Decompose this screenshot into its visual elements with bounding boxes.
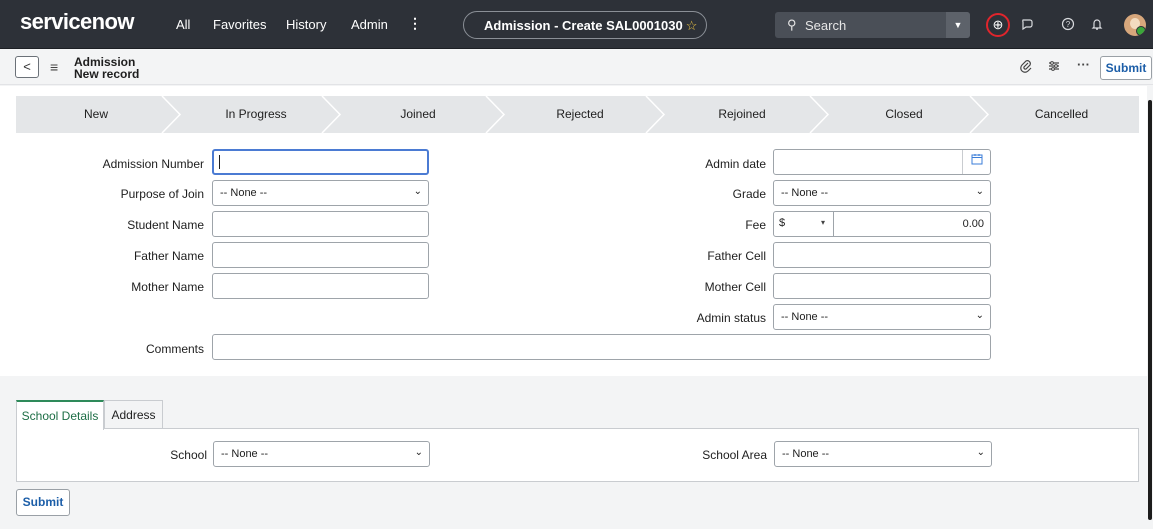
form-body: New In Progress Joined Rejected Rejoined… (0, 86, 1153, 376)
admission-number-label: Admission Number (102, 157, 204, 171)
personalize-form-icon[interactable] (1047, 59, 1061, 76)
purpose-of-join-value: -- None -- (220, 187, 268, 199)
fee-input[interactable]: $ ▾ 0.00 (773, 211, 991, 237)
stage-new: New (83, 107, 108, 121)
comments-input[interactable] (212, 334, 991, 360)
nav-history[interactable]: History (286, 17, 326, 32)
context-menu-icon[interactable]: ≡ (50, 59, 58, 75)
father-cell-input[interactable] (773, 242, 991, 268)
more-menu-icon[interactable]: ⋮ (408, 15, 422, 32)
mother-cell-label: Mother Cell (704, 280, 766, 294)
grade-select[interactable]: -- None -- ⌄ (773, 180, 991, 206)
mother-name-input[interactable] (212, 273, 429, 299)
admin-status-value: -- None -- (781, 311, 829, 323)
tab-address[interactable]: Address (104, 400, 163, 429)
context-title: Admission - Create SAL0001030 (484, 18, 683, 33)
mother-cell-input[interactable] (773, 273, 991, 299)
admission-number-input[interactable] (212, 149, 429, 175)
stage-rejoined: Rejoined (718, 107, 766, 121)
svg-text:?: ? (1066, 20, 1071, 29)
currency-symbol: $ (779, 217, 786, 229)
chevron-down-icon: ⌄ (976, 447, 985, 458)
search-icon: ⚲ (787, 17, 797, 32)
chevron-down-icon: ⌄ (413, 186, 422, 197)
submit-button-top[interactable]: Submit (1100, 56, 1152, 80)
school-details-panel: School -- None -- ⌄ School Area -- None … (16, 428, 1139, 482)
school-label: School (170, 448, 207, 462)
record-label: New record (74, 67, 140, 81)
stage-cancelled: Cancelled (1034, 107, 1089, 121)
search-scope-dropdown-icon[interactable]: ▼ (946, 12, 970, 38)
more-options-icon[interactable]: ··· (1077, 57, 1090, 72)
stage-rejected: Rejected (556, 107, 604, 121)
nav-all[interactable]: All (176, 17, 190, 32)
stage-joined: Joined (400, 107, 436, 121)
form-title: Admission New record (74, 56, 139, 80)
fee-amount: 0.00 (962, 218, 984, 230)
favorite-star-icon[interactable]: ☆ (686, 18, 698, 33)
grade-value: -- None -- (781, 187, 829, 199)
school-area-label: School Area (702, 448, 767, 462)
submit-button-bottom[interactable]: Submit (16, 489, 70, 516)
attachment-icon[interactable] (1019, 59, 1032, 76)
caret-down-icon: ▾ (821, 218, 826, 227)
father-cell-label: Father Cell (707, 249, 766, 263)
process-flow: New In Progress Joined Rejected Rejoined… (16, 96, 1139, 133)
user-avatar[interactable] (1124, 14, 1146, 36)
school-area-value: -- None -- (782, 448, 830, 460)
stage-in-progress: In Progress (225, 107, 287, 121)
grade-label: Grade (732, 187, 766, 201)
currency-select[interactable]: $ ▾ (774, 212, 834, 236)
servicenow-logo[interactable]: servicenow (20, 9, 134, 35)
text-cursor (219, 155, 220, 169)
admin-status-label: Admin status (696, 311, 766, 325)
student-name-label: Student Name (127, 218, 204, 232)
scrollbar-thumb[interactable] (1148, 100, 1152, 520)
fee-label: Fee (745, 218, 766, 232)
admin-status-select[interactable]: -- None -- ⌄ (773, 304, 991, 330)
admin-date-label: Admin date (705, 157, 766, 171)
school-select[interactable]: -- None -- ⌄ (213, 441, 430, 467)
globe-icon[interactable]: ⊕ (986, 13, 1010, 37)
chevron-down-icon: ⌄ (975, 310, 984, 321)
related-section: School Details Address School -- None --… (0, 376, 1153, 529)
mother-name-label: Mother Name (131, 280, 204, 294)
top-navigation-bar: servicenow All Favorites History Admin ⋮… (0, 0, 1153, 49)
calendar-icon[interactable] (962, 150, 990, 174)
comments-label: Comments (145, 342, 204, 356)
purpose-of-join-label: Purpose of Join (120, 187, 204, 201)
context-title-pill[interactable]: Admission - Create SAL0001030 ☆ (463, 11, 707, 39)
father-name-label: Father Name (133, 249, 204, 263)
stage-closed: Closed (885, 107, 923, 121)
search-placeholder: Search (805, 18, 847, 33)
tab-school-details[interactable]: School Details (16, 400, 104, 430)
nav-favorites[interactable]: Favorites (213, 17, 266, 32)
back-button[interactable]: < (15, 56, 39, 78)
help-icon[interactable]: ? (1061, 17, 1075, 34)
global-search[interactable]: ⚲ Search ▼ (775, 12, 970, 38)
student-name-input[interactable] (212, 211, 429, 237)
chevron-down-icon: ⌄ (975, 186, 984, 197)
school-value: -- None -- (221, 448, 269, 460)
father-name-input[interactable] (212, 242, 429, 268)
chevron-down-icon: ⌄ (414, 447, 423, 458)
purpose-of-join-select[interactable]: -- None -- ⌄ (212, 180, 429, 206)
notification-bell-icon[interactable] (1090, 17, 1104, 34)
chat-icon[interactable] (1021, 17, 1035, 34)
admin-date-input[interactable] (773, 149, 991, 175)
form-header: < ≡ Admission New record ··· Submit (0, 49, 1153, 85)
nav-admin[interactable]: Admin (351, 17, 388, 32)
school-area-select[interactable]: -- None -- ⌄ (774, 441, 992, 467)
